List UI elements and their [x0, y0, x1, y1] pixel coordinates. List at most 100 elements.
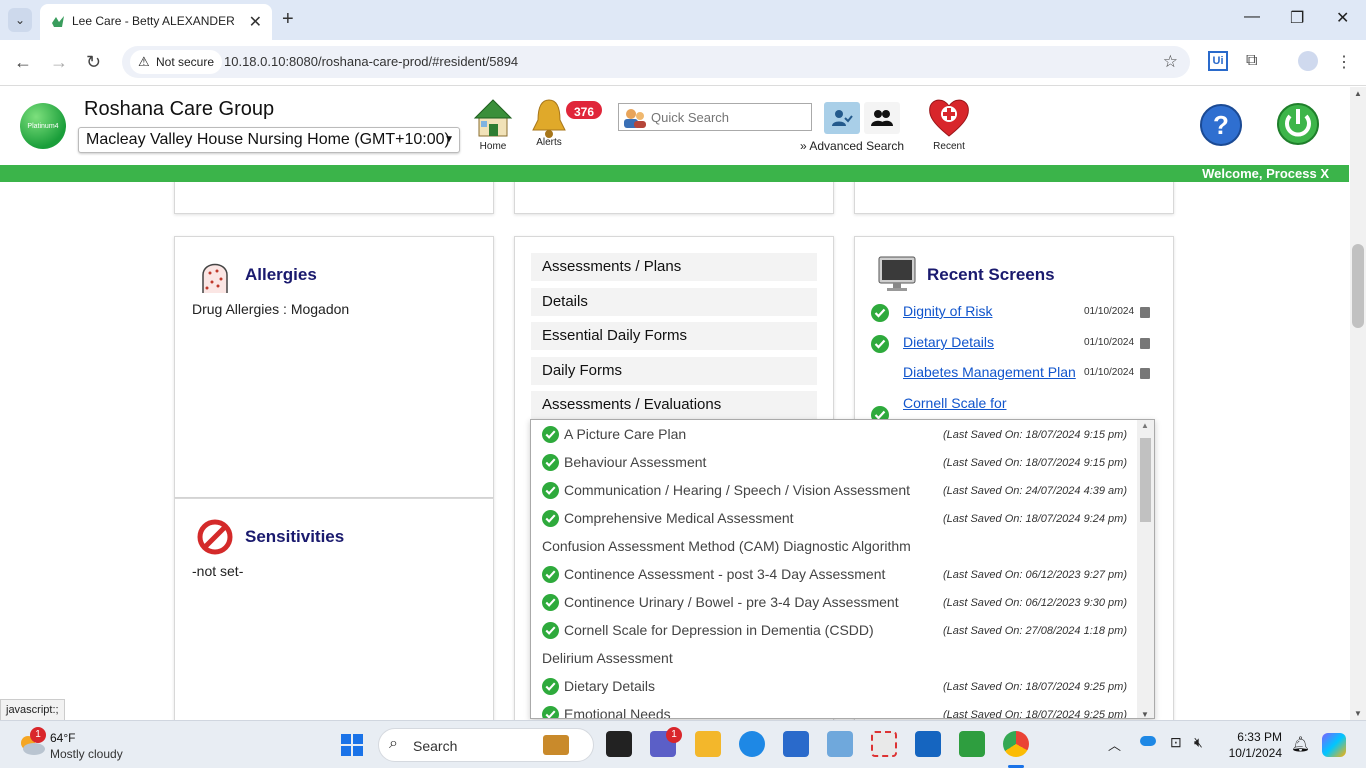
clock[interactable]: 6:33 PM 10/1/2024 — [1224, 729, 1282, 761]
tab-close-icon[interactable]: ✕ — [249, 12, 262, 32]
minimize-icon[interactable]: — — [1244, 8, 1260, 26]
evaluation-item[interactable]: A Picture Care Plan (Last Saved On: 18/0… — [531, 420, 1137, 448]
recent-button[interactable]: Recent — [924, 94, 974, 152]
snipping-tool-icon[interactable] — [871, 731, 897, 757]
my-residents-button[interactable] — [824, 102, 860, 134]
copy-icon[interactable] — [1140, 368, 1150, 379]
check-circle-icon — [542, 510, 559, 527]
media-player-icon[interactable] — [959, 731, 985, 757]
tray-chevron-icon[interactable]: ︿ — [1108, 735, 1121, 754]
close-window-icon[interactable]: ✕ — [1336, 8, 1349, 28]
windows-start-icon[interactable] — [340, 733, 364, 757]
evaluation-item[interactable]: Confusion Assessment Method (CAM) Diagno… — [531, 532, 1137, 560]
evaluation-name: Dietary Details — [564, 678, 656, 694]
notepad-icon[interactable] — [783, 731, 809, 757]
browser-tab[interactable]: Lee Care - Betty ALEXANDER ✕ — [40, 4, 272, 40]
page-scrollbar[interactable]: ▲ ▼ — [1350, 87, 1366, 720]
omnibox[interactable]: ⚠ Not secure 10.18.0.10:8080/roshana-car… — [122, 46, 1190, 78]
menu-item-daily-forms[interactable]: Daily Forms — [531, 357, 817, 385]
bell-icon — [532, 99, 566, 138]
forward-icon[interactable]: → — [50, 52, 68, 73]
evaluation-item[interactable]: Dietary Details (Last Saved On: 18/07/20… — [531, 672, 1137, 700]
evaluation-item[interactable]: Comprehensive Medical Assessment (Last S… — [531, 504, 1137, 532]
evaluation-last-saved: (Last Saved On: 18/07/2024 9:15 pm) — [942, 457, 1127, 469]
all-residents-button[interactable] — [864, 102, 900, 134]
back-icon[interactable]: ← — [14, 52, 32, 73]
recent-screen-link[interactable]: Diabetes Management Plan — [903, 364, 1076, 380]
evaluation-name: Cornell Scale for Depression in Dementia… — [564, 622, 874, 638]
browser-menu-icon[interactable]: ⋮ — [1336, 52, 1352, 72]
quick-search-box[interactable] — [618, 103, 812, 131]
dropdown-scroll-thumb[interactable] — [1140, 438, 1151, 522]
scroll-up-icon[interactable]: ▲ — [1141, 421, 1149, 430]
performance-monitor-icon[interactable] — [827, 731, 853, 757]
recent-screen-link[interactable]: Dietary Details — [903, 334, 994, 350]
evaluation-last-saved: (Last Saved On: 18/07/2024 9:15 pm) — [942, 429, 1127, 441]
welcome-text: Welcome, Process X — [1202, 166, 1329, 181]
profile-avatar-icon[interactable] — [1298, 51, 1318, 71]
page-scroll-down-icon[interactable]: ▼ — [1354, 709, 1362, 718]
logout-power-icon[interactable] — [1276, 102, 1320, 146]
bookmark-star-icon[interactable]: ☆ — [1163, 52, 1178, 72]
alerts-count-badge[interactable]: 376 — [564, 99, 605, 121]
help-icon[interactable]: ? — [1199, 103, 1243, 147]
new-tab-icon[interactable]: + — [282, 8, 294, 31]
s-app-icon[interactable] — [915, 731, 941, 757]
menu-item-assessments-plans[interactable]: Assessments / Plans — [531, 253, 817, 281]
task-view-icon[interactable] — [606, 731, 632, 757]
evaluation-last-saved: (Last Saved On: 18/07/2024 9:24 pm) — [942, 513, 1127, 525]
evaluation-item[interactable]: Continence Urinary / Bowel - pre 3-4 Day… — [531, 588, 1137, 616]
restore-icon[interactable]: ❐ — [1290, 8, 1304, 28]
platinum-logo[interactable]: Platinum4 — [20, 103, 66, 149]
evaluations-dropdown[interactable]: A Picture Care Plan (Last Saved On: 18/0… — [530, 419, 1155, 719]
quick-search-input[interactable] — [651, 107, 807, 127]
menu-item-details[interactable]: Details — [531, 288, 817, 316]
home-button[interactable]: Home — [468, 94, 518, 152]
network-icon[interactable]: ⊡ — [1170, 734, 1182, 751]
evaluation-name: Emotional Needs — [564, 706, 671, 719]
check-circle-icon — [542, 706, 559, 718]
page-scroll-up-icon[interactable]: ▲ — [1354, 89, 1362, 98]
uipath-extension-icon[interactable]: Ui — [1208, 51, 1228, 71]
allergies-card: Allergies Drug Allergies : Mogadon — [174, 236, 494, 498]
allergy-skin-icon — [202, 263, 228, 293]
top-card-middle — [514, 182, 834, 214]
edge-icon[interactable] — [739, 731, 765, 757]
search-icon: ⌕ — [389, 735, 398, 752]
extensions-puzzle-icon[interactable]: ⧉ — [1246, 52, 1257, 70]
evaluation-item[interactable]: Continence Assessment - post 3-4 Day Ass… — [531, 560, 1137, 588]
copy-icon[interactable] — [1140, 338, 1150, 349]
advanced-search-link[interactable]: » Advanced Search — [800, 139, 904, 153]
recent-screen-item: Dignity of Risk 01/10/2024 — [869, 302, 1159, 324]
copy-icon[interactable] — [1140, 307, 1150, 318]
scroll-down-icon[interactable]: ▼ — [1141, 710, 1149, 718]
taskbar-search[interactable]: ⌕ Search — [378, 728, 594, 762]
evaluation-last-saved: (Last Saved On: 18/07/2024 9:25 pm) — [942, 709, 1127, 719]
url-text[interactable]: 10.18.0.10:8080/roshana-care-prod/#resid… — [224, 54, 518, 69]
volume-muted-icon[interactable]: 🔇︎ — [1194, 734, 1203, 751]
evaluation-last-saved: (Last Saved On: 27/08/2024 1:18 pm) — [942, 625, 1127, 637]
facility-select[interactable]: Macleay Valley House Nursing Home (GMT+1… — [78, 127, 460, 153]
chrome-icon[interactable] — [1003, 731, 1029, 757]
dropdown-scrollbar[interactable]: ▲ ▼ — [1137, 420, 1154, 718]
check-circle-icon — [542, 622, 559, 639]
evaluation-item[interactable]: Cornell Scale for Depression in Dementia… — [531, 616, 1137, 644]
warning-icon: ⚠ — [138, 54, 150, 69]
evaluation-item[interactable]: Communication / Hearing / Speech / Visio… — [531, 476, 1137, 504]
reload-icon[interactable]: ↻ — [86, 52, 101, 73]
copilot-icon[interactable] — [1322, 733, 1346, 757]
security-chip[interactable]: ⚠ Not secure — [130, 50, 223, 74]
notification-bell-icon[interactable]: 🔔︎ — [1291, 735, 1310, 753]
menu-item-essential-daily-forms[interactable]: Essential Daily Forms — [531, 322, 817, 350]
evaluation-item[interactable]: Delirium Assessment — [531, 644, 1137, 672]
evaluation-item[interactable]: Behaviour Assessment (Last Saved On: 18/… — [531, 448, 1137, 476]
tab-search-button[interactable]: ⌄ — [8, 8, 32, 32]
briefcase-icon — [543, 735, 569, 755]
page-scroll-thumb[interactable] — [1352, 244, 1364, 328]
recent-screen-link[interactable]: Dignity of Risk — [903, 303, 992, 319]
evaluation-item[interactable]: Emotional Needs (Last Saved On: 18/07/20… — [531, 700, 1137, 719]
onedrive-icon[interactable] — [1140, 736, 1156, 746]
menu-item-assessments-evaluations[interactable]: Assessments / Evaluations — [531, 391, 817, 419]
recent-screen-link[interactable]: Cornell Scale for — [903, 395, 1007, 411]
file-explorer-icon[interactable] — [695, 731, 721, 757]
